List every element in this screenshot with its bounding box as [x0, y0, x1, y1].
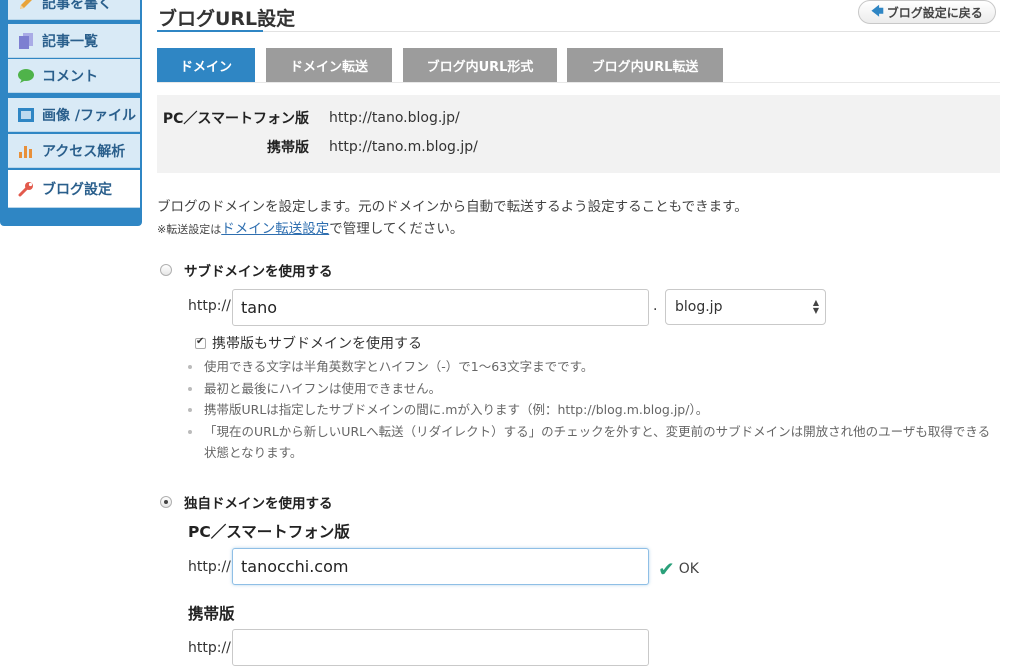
description-note: ※転送設定はドメイン転送設定で管理してください。 [157, 218, 748, 241]
sidebar-item-label: ブログ設定 [42, 181, 112, 198]
custom-domain-option[interactable]: 独自ドメインを使用する [160, 492, 333, 512]
back-button-label: ブログ設定に戻る [886, 5, 983, 20]
pc-url-value: http://tano.blog.jp/ [329, 110, 460, 126]
speech-bubble-icon [16, 67, 36, 85]
image-file-icon [16, 106, 36, 124]
subdomain-input[interactable]: tano [232, 289, 649, 326]
domain-forwarding-link[interactable]: ドメイン転送設定 [221, 221, 329, 237]
list-item: 使用できる文字は半角英数字とハイフン（-）で1〜63文字までです。 [188, 356, 998, 378]
mobile-url-label: 携帯版 [267, 140, 309, 156]
page-title: ブログURL設定 [158, 8, 296, 30]
sidebar-item-label: アクセス解析 [42, 143, 126, 160]
pc-url-row: PC／スマートフォン版 http://tano.blog.jp/ [157, 108, 460, 128]
title-accent-bar [157, 30, 263, 32]
sidebar-item-write-post[interactable]: 記事を書く [8, 0, 140, 20]
note-prefix: ※転送設定は [157, 223, 222, 236]
mobile-domain-heading: 携帯版 [188, 605, 235, 623]
mobile-subdomain-checkbox-row[interactable]: 携帯版もサブドメインを使用する [195, 333, 422, 353]
bar-chart-icon [16, 142, 36, 160]
pc-domain-heading: PC／スマートフォン版 [188, 523, 350, 541]
mobile-subdomain-checkbox-label: 携帯版もサブドメインを使用する [212, 336, 422, 352]
mobile-url-row: 携帯版 http://tano.m.blog.jp/ [157, 137, 478, 157]
sidebar-item-comments[interactable]: コメント [8, 59, 140, 93]
note-suffix: で管理してください。 [329, 221, 464, 237]
tab-divider [157, 82, 1000, 83]
checkmark-icon: ✔ [658, 557, 675, 581]
sidebar-item-label: コメント [42, 68, 98, 85]
list-item: 最初と最後にハイフンは使用できません。 [188, 378, 998, 400]
sidebar-item-images-files[interactable]: 画像 /ファイル [8, 98, 140, 132]
sidebar-item-label: 記事を書く [42, 0, 112, 12]
back-to-blog-settings-button[interactable]: 🡄 ブログ設定に戻る [858, 0, 996, 24]
mobile-domain-input[interactable] [232, 629, 649, 666]
sidebar-item-label: 画像 /ファイル [42, 107, 136, 124]
ok-label: OK [678, 561, 699, 577]
domain-select[interactable]: blog.jp ▲ ▼ [665, 289, 826, 325]
sidebar-item-blog-settings[interactable]: ブログ設定 [8, 170, 140, 208]
subdomain-radio[interactable] [160, 264, 172, 276]
mobile-url-value: http://tano.m.blog.jp/ [329, 139, 478, 155]
pencil-icon [16, 0, 36, 12]
mobile-subdomain-checkbox[interactable] [195, 336, 206, 349]
list-item: 携帯版URLは指定したサブドメインの間に.mが入ります（例：http://blo… [188, 399, 998, 421]
select-arrows-icon: ▲ ▼ [812, 298, 819, 315]
tab-domain-forwarding[interactable]: ドメイン転送 [266, 48, 392, 82]
tab-domain[interactable]: ドメイン [157, 48, 255, 82]
mobile-http-prefix: http:// [188, 640, 231, 656]
documents-icon [16, 32, 36, 50]
subdomain-option[interactable]: サブドメインを使用する [160, 260, 333, 280]
domain-select-value: blog.jp [675, 299, 723, 315]
pc-url-label: PC／スマートフォン版 [162, 111, 309, 127]
sidebar: 記事を書く 記事一覧 コメント 画像 /ファイル アクセス解析 ブログ設定 [0, 0, 142, 226]
tab-url-forwarding[interactable]: ブログ内URL転送 [567, 48, 723, 82]
custom-domain-radio[interactable] [160, 496, 172, 508]
pc-domain-status: ✔ OK [658, 557, 699, 581]
subdomain-http-prefix: http:// [188, 298, 231, 314]
pc-domain-input[interactable]: tanocchi.com [232, 548, 649, 585]
description-line: ブログのドメインを設定します。元のドメインから自動で転送するよう設定することもで… [157, 199, 748, 215]
subdomain-radio-label: サブドメインを使用する [184, 264, 333, 280]
sidebar-item-label: 記事一覧 [42, 33, 98, 50]
wrench-icon [16, 180, 36, 198]
list-item: 「現在のURLから新しいURLへ転送（リダイレクト）する」のチェックを外すと、変… [188, 421, 998, 464]
sidebar-item-analytics[interactable]: アクセス解析 [8, 134, 140, 168]
title-divider [157, 31, 1000, 32]
arrow-left-icon: 🡄 [871, 3, 884, 18]
custom-domain-radio-label: 独自ドメインを使用する [184, 496, 333, 512]
tab-url-format[interactable]: ブログ内URL形式 [403, 48, 557, 82]
pc-http-prefix: http:// [188, 559, 231, 575]
domain-separator: . [653, 298, 658, 314]
sidebar-item-post-list[interactable]: 記事一覧 [8, 24, 140, 58]
description: ブログのドメインを設定します。元のドメインから自動で転送するよう設定することもで… [157, 196, 748, 241]
current-url-box: PC／スマートフォン版 http://tano.blog.jp/ 携帯版 htt… [157, 95, 1000, 173]
subdomain-notes: 使用できる文字は半角英数字とハイフン（-）で1〜63文字までです。 最初と最後に… [188, 356, 998, 464]
